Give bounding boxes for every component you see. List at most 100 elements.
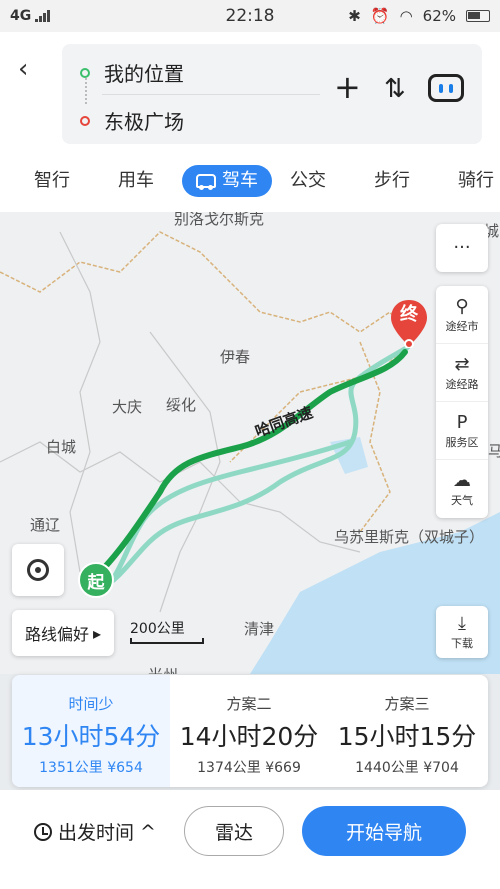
tab-bike[interactable]: 骑行 <box>458 165 494 197</box>
destination-dot-icon <box>80 115 90 126</box>
battery-icon <box>466 10 490 22</box>
origin-pin-label: 起 <box>87 572 105 593</box>
voice-eye-icon <box>449 83 453 93</box>
radar-button[interactable]: 雷达 <box>184 806 284 856</box>
scale-bar <box>130 638 204 644</box>
plan-time: 13小时54分 <box>21 722 161 751</box>
plan-distance: 1351公里 <box>39 760 103 776</box>
service-area-button[interactable]: P 服务区 <box>436 402 488 460</box>
route-plan-option[interactable]: 方案二 14小时20分 1374公里 ¥669 <box>170 675 328 787</box>
departure-time-button[interactable]: 出发时间 ^ <box>34 818 156 845</box>
map-label-city: 绥化 <box>166 396 197 414</box>
back-arrow-icon: ‹ <box>18 54 29 84</box>
plan-tag: 方案三 <box>384 695 430 713</box>
more-tools-button[interactable]: ··· <box>436 224 488 272</box>
download-label: 下载 <box>451 637 473 650</box>
car-icon <box>196 174 216 190</box>
map-label-city: 白城 <box>46 438 77 456</box>
route-divider <box>102 94 320 95</box>
tab-label: 智行 <box>34 170 70 191</box>
tool-label: 途经市 <box>445 319 479 333</box>
route-header: ‹ 我的位置 东极广场 + ⇅ <box>0 32 500 150</box>
start-navigation-button[interactable]: 开始导航 <box>302 806 466 856</box>
tab-walk[interactable]: 步行 <box>374 165 410 197</box>
map-label-city: 清津 <box>244 620 275 638</box>
tool-label: 服务区 <box>445 435 479 449</box>
plan-meta: 1440公里 ¥704 <box>328 757 486 777</box>
status-time: 22:18 <box>225 6 275 26</box>
route-plan-option[interactable]: 时间少 13小时54分 1351公里 ¥654 <box>12 675 170 787</box>
map-scale: 200公里 <box>130 618 204 644</box>
more-tools-panel: ··· <box>436 224 488 272</box>
route-plans: 时间少 13小时54分 1351公里 ¥654 方案二 14小时20分 1374… <box>12 675 488 787</box>
origin-text: 我的位置 <box>104 62 184 86</box>
tool-label: 途经路 <box>445 377 479 391</box>
plan-meta: 1351公里 ¥654 <box>12 757 170 777</box>
weather-button[interactable]: ☁ 天气 <box>436 460 488 518</box>
map-label-city: 通辽 <box>30 516 61 534</box>
tab-label: 骑行 <box>458 170 494 191</box>
province-line <box>0 441 361 553</box>
tab-label: 用车 <box>118 170 154 191</box>
locate-icon <box>27 559 49 581</box>
plan-cost: ¥654 <box>107 760 143 776</box>
map-label-city: 乌苏里斯克（双城子） <box>334 528 485 546</box>
voice-assistant-button[interactable] <box>428 74 464 102</box>
tab-label: 公交 <box>290 170 326 191</box>
origin-row[interactable]: 我的位置 <box>80 58 184 87</box>
plan-cost: ¥669 <box>265 760 301 776</box>
status-bar: 4G 22:18 ✱ ⏰ ◠ 62% <box>0 0 500 32</box>
download-icon: ⤓ <box>458 613 466 634</box>
offline-download-button[interactable]: ⤓ 下载 <box>436 606 488 658</box>
route-input-card: 我的位置 东极广场 + ⇅ <box>62 44 482 144</box>
plan-time: 14小时20分 <box>179 722 319 751</box>
map-label-city: 大庆 <box>112 398 143 416</box>
destination-row[interactable]: 东极广场 <box>80 106 184 135</box>
radar-label: 雷达 <box>214 821 253 844</box>
locate-button[interactable] <box>12 544 64 596</box>
tab-smart[interactable]: 智行 <box>34 165 70 197</box>
plan-distance: 1374公里 <box>197 760 261 776</box>
cloud-icon: ☁ <box>453 470 471 491</box>
plan-tag: 方案二 <box>226 695 272 713</box>
more-icon: ··· <box>453 237 471 258</box>
route-preference-button[interactable]: 路线偏好 ▸ <box>12 610 114 656</box>
plan-distance: 1440公里 <box>355 760 419 776</box>
service-icon: P <box>456 411 468 433</box>
tab-drive[interactable]: 驾车 <box>182 165 272 197</box>
tab-transit[interactable]: 公交 <box>290 165 326 197</box>
map-label-city: 别洛戈尔斯克 <box>174 212 265 228</box>
road-icon: ⇄ <box>454 353 470 375</box>
route-preference-label: 路线偏好 <box>24 625 89 644</box>
map-view[interactable]: 别洛戈尔斯克 伊春 大庆 绥化 白城 通辽 乌苏里斯克（双城子） 清津 城 马 … <box>0 212 500 674</box>
pin-icon: ⚲ <box>455 295 469 317</box>
add-waypoint-button[interactable]: + <box>334 68 361 106</box>
route-connector <box>85 78 87 104</box>
plus-icon: + <box>334 68 361 106</box>
caret-right-icon: ▸ <box>92 623 102 643</box>
scale-text: 200公里 <box>130 621 185 637</box>
origin-dot-icon <box>80 67 90 78</box>
travel-mode-tabs: 智行 用车 驾车 公交 步行 骑行 <box>0 150 500 212</box>
plan-meta: 1374公里 ¥669 <box>170 757 328 777</box>
bottom-bar: 出发时间 ^ 雷达 开始导航 <box>0 790 500 889</box>
via-city-button[interactable]: ⚲ 途经市 <box>436 286 488 344</box>
back-button[interactable]: ‹ <box>18 54 48 84</box>
start-navigation-label: 开始导航 <box>345 821 422 844</box>
origin-pin[interactable]: 起 <box>78 562 114 598</box>
route-plan-option[interactable]: 方案三 15小时15分 1440公里 ¥704 <box>328 675 486 787</box>
map-tools-panel: ⚲ 途经市 ⇄ 途经路 P 服务区 ☁ 天气 <box>436 286 488 518</box>
destination-text: 东极广场 <box>104 110 184 134</box>
map-label-city: 光州 <box>148 664 178 674</box>
tab-taxi[interactable]: 用车 <box>118 165 154 197</box>
clock-icon <box>34 822 52 841</box>
plan-time: 15小时15分 <box>337 722 477 751</box>
swap-route-button[interactable]: ⇅ <box>384 74 406 104</box>
swap-icon: ⇅ <box>384 74 406 104</box>
departure-time-label: 出发时间 <box>58 822 135 844</box>
caret-up-icon: ^ <box>140 820 156 843</box>
map-label-city: 伊春 <box>220 348 251 366</box>
voice-eye-icon <box>439 83 443 93</box>
destination-pin[interactable]: 终 <box>388 298 430 349</box>
via-road-button[interactable]: ⇄ 途经路 <box>436 344 488 402</box>
